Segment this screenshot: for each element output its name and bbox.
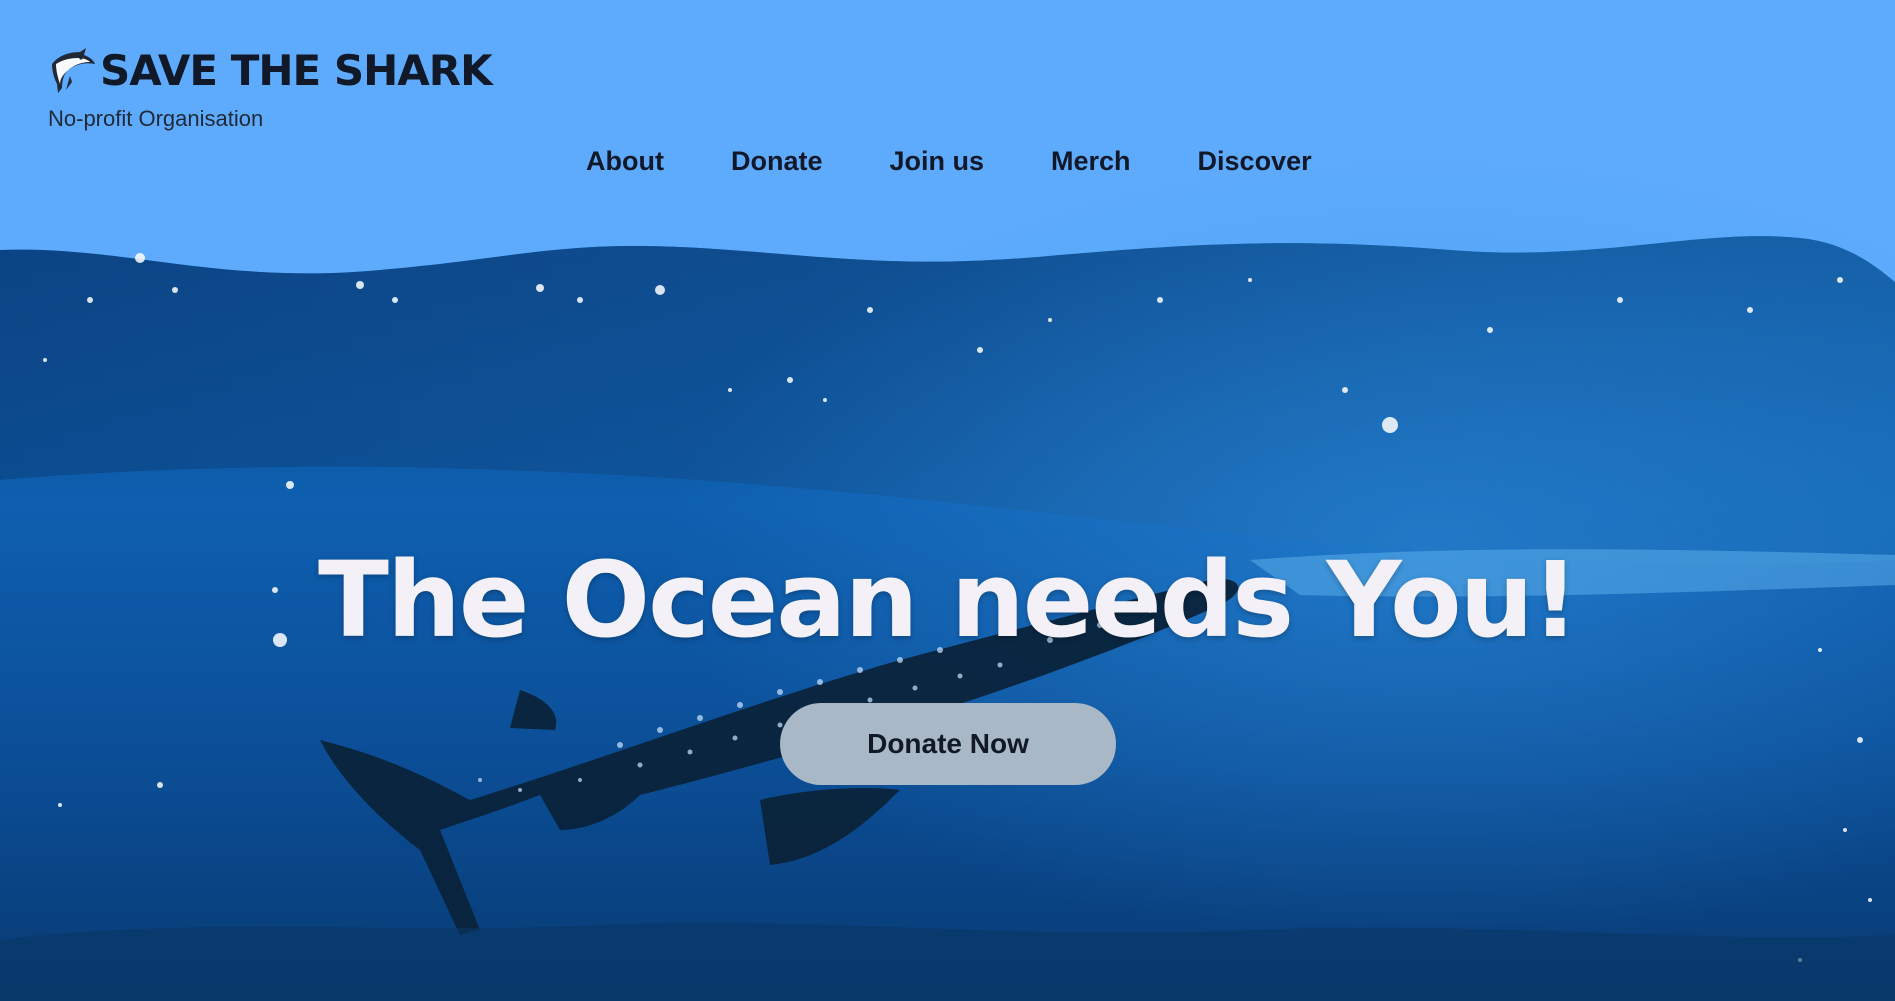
- nav-link-about[interactable]: About: [586, 146, 664, 177]
- page: SAVE THE SHARK No-profit Organisation Ab…: [0, 0, 1895, 1001]
- main-nav: About Donate Join us Merch Discover: [586, 146, 1312, 177]
- brand-title: SAVE THE SHARK: [100, 46, 493, 95]
- donate-now-button[interactable]: Donate Now: [780, 703, 1116, 785]
- shark-icon: [52, 48, 95, 93]
- brand-row: SAVE THE SHARK: [48, 46, 493, 96]
- nav-link-donate[interactable]: Donate: [731, 146, 823, 177]
- nav-link-merch[interactable]: Merch: [1051, 146, 1131, 177]
- brand-subtitle: No-profit Organisation: [48, 106, 264, 131]
- brand[interactable]: SAVE THE SHARK No-profit Organisation: [48, 46, 493, 132]
- hero-headline: The Ocean needs You!: [317, 539, 1579, 661]
- nav-link-join-us[interactable]: Join us: [889, 146, 984, 177]
- nav-link-discover[interactable]: Discover: [1198, 146, 1312, 177]
